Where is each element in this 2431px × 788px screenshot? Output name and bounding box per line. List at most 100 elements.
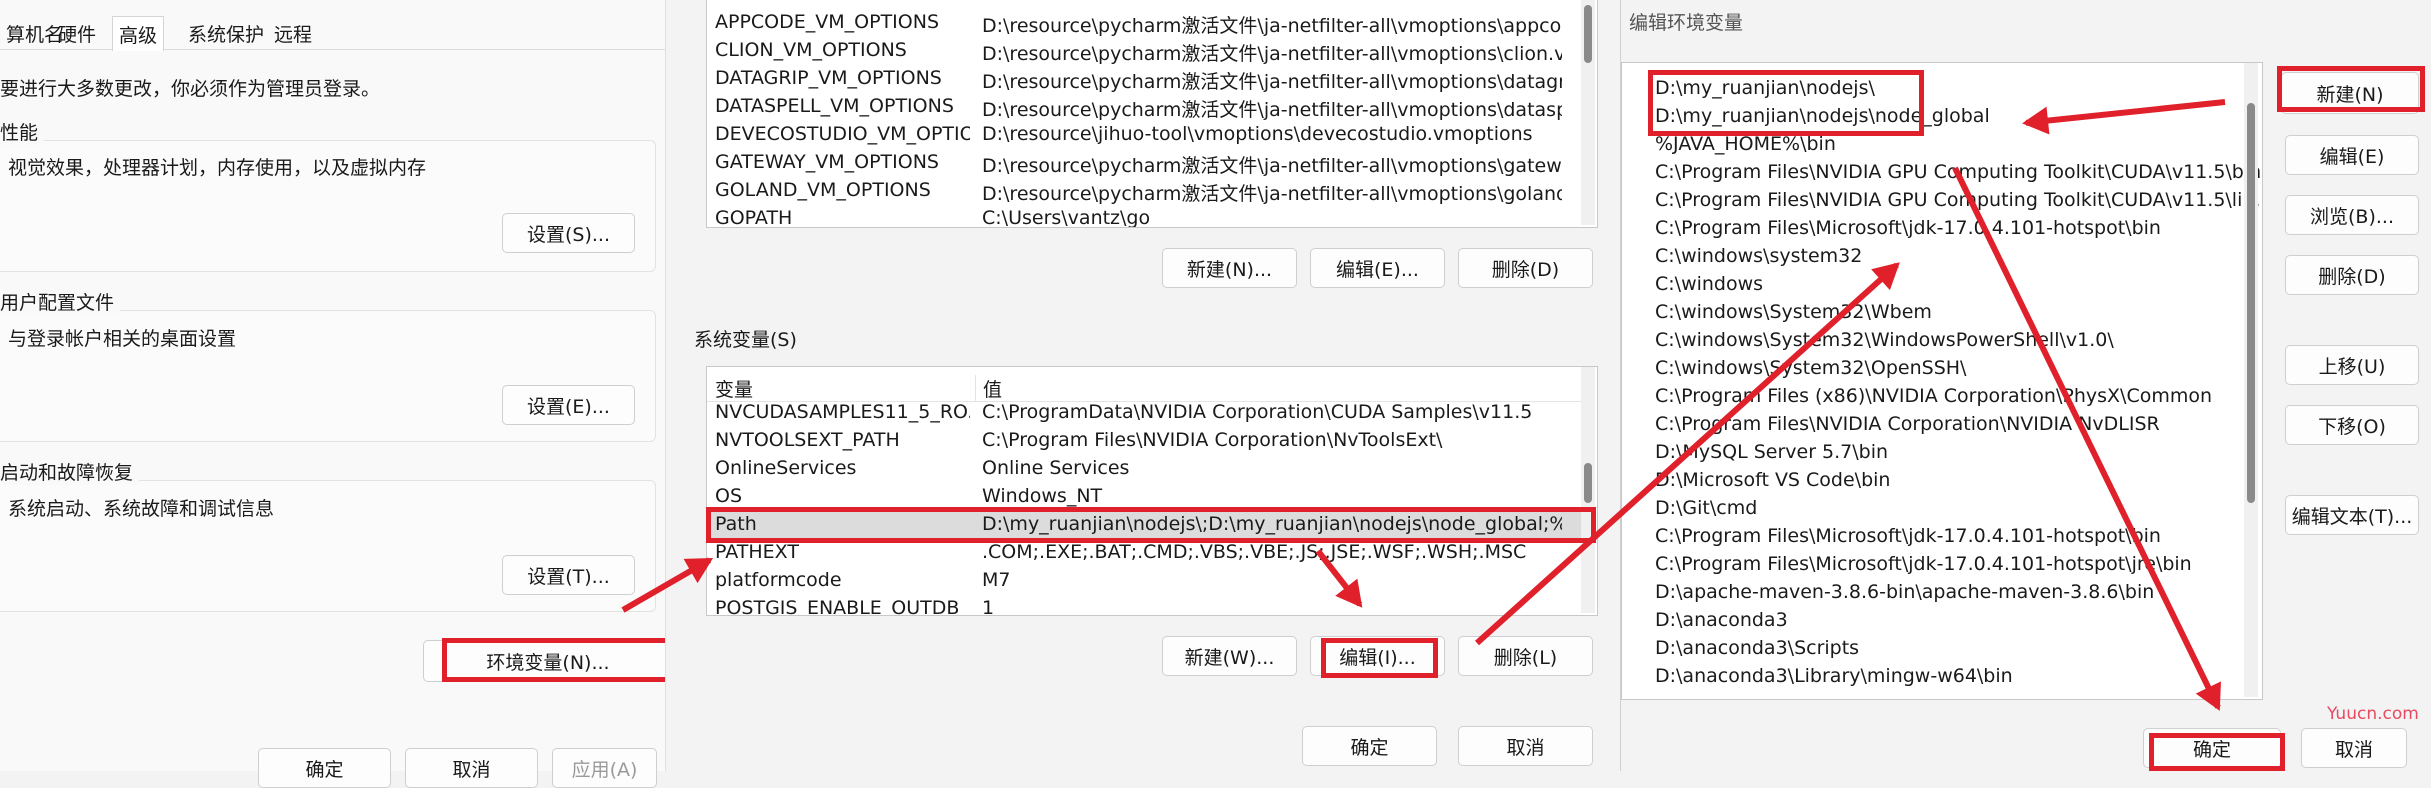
list-item[interactable]: C:\Program Files\Microsoft\jdk-17.0.4.10… (1655, 525, 2161, 553)
var-value: C:\ProgramData\NVIDIA Corporation\CUDA S… (982, 401, 1533, 423)
list-item[interactable]: D:\apache-maven-3.8.6-bin\apache-maven-3… (1655, 581, 2154, 609)
list-item[interactable]: C:\windows\System32\Wbem (1655, 301, 1932, 329)
user-var-delete-button[interactable]: 删除(D) (1458, 248, 1593, 288)
var-value: Windows_NT (982, 485, 1103, 507)
system-variables-title: 系统变量(S) (694, 329, 797, 351)
table-header: 变量 值 (707, 373, 1583, 402)
tab-advanced[interactable]: 高级 (112, 16, 165, 51)
path-edit-button[interactable]: 编辑(E) (2285, 135, 2419, 175)
path-move-up-button[interactable]: 上移(U) (2285, 345, 2419, 385)
apply-button[interactable]: 应用(A) (552, 748, 657, 788)
annotation-box-path-row (706, 507, 1596, 543)
startup-recovery-settings-button[interactable]: 设置(T)... (502, 555, 635, 595)
performance-desc: 视觉效果，处理器计划，内存使用，以及虚拟内存 (8, 157, 427, 179)
var-value: D:\resource\pycharm激活文件\ja-netfilter-all… (982, 15, 1562, 37)
list-item[interactable]: C:\windows (1655, 273, 1763, 301)
annotation-box-new-button (2277, 66, 2425, 112)
var-name: PATHEXT (715, 541, 799, 563)
system-vars-scrollbar[interactable] (1581, 367, 1595, 613)
list-item[interactable]: C:\Program Files\Microsoft\jdk-17.0.4.10… (1655, 553, 2192, 581)
list-item[interactable]: D:\anaconda3\Library\mingw-w64\bin (1655, 665, 2013, 693)
table-row[interactable]: PATHEXT .COM;.EXE;.BAT;.CMD;.VBS;.VBE;.JS… (707, 539, 1583, 567)
annotation-box-new-paths (1648, 70, 1924, 136)
var-name: POSTGIS_ENABLE_OUTDB_R... (715, 597, 970, 616)
header-value: 值 (975, 375, 1563, 402)
var-value: C:\Users\vantz\go (982, 207, 1151, 228)
user-profiles-desc: 与登录帐户相关的桌面设置 (8, 328, 237, 350)
var-name: DEVECOSTUDIO_VM_OPTIO... (715, 123, 970, 145)
table-row[interactable]: CLION_VM_OPTIONS D:\resource\pycharm激活文件\… (707, 37, 1583, 65)
user-var-edit-button[interactable]: 编辑(E)... (1310, 248, 1445, 288)
var-value: D:\resource\pycharm激活文件\ja-netfilter-all… (982, 43, 1562, 65)
var-name: DATAGRIP_VM_OPTIONS (715, 67, 942, 89)
tab-hardware[interactable]: 硬件 (52, 16, 102, 50)
tab-strip: 算机名 硬件 高级 系统保护 远程 (0, 10, 665, 51)
table-row[interactable]: GOPATH C:\Users\vantz\go (707, 205, 1583, 228)
list-item[interactable]: %JAVA_HOME%\bin (1655, 133, 1836, 161)
table-row[interactable]: DATASPELL_VM_OPTIONS D:\resource\pycharm激… (707, 93, 1583, 121)
table-row[interactable]: DEVECOSTUDIO_VM_OPTIO... D:\resource\jihu… (707, 121, 1583, 149)
table-row[interactable]: APPCODE_VM_OPTIONS D:\resource\pycharm激活文… (707, 9, 1583, 37)
startup-recovery-title: 启动和故障恢复 (0, 458, 140, 485)
path-list-scrollbar[interactable] (2244, 63, 2258, 697)
annotation-box-edit-button (1321, 638, 1438, 678)
env-cancel-button[interactable]: 取消 (1458, 726, 1593, 766)
list-item[interactable]: D:\anaconda3 (1655, 609, 1788, 637)
system-var-new-button[interactable]: 新建(W)... (1162, 636, 1297, 676)
list-item[interactable]: C:\Program Files\NVIDIA GPU Computing To… (1655, 189, 2262, 217)
environment-variables-dialog: APPCODE_VM_OPTIONS D:\resource\pycharm激活文… (665, 0, 1620, 771)
var-value: Online Services (982, 457, 1130, 479)
path-cancel-button[interactable]: 取消 (2301, 728, 2407, 768)
list-item[interactable]: C:\Program Files\Microsoft\jdk-17.0.4.10… (1655, 217, 2161, 245)
var-value: D:\resource\pycharm激活文件\ja-netfilter-all… (982, 71, 1562, 93)
list-item[interactable]: D:\anaconda3\Scripts (1655, 637, 1859, 665)
var-value: D:\resource\pycharm激活文件\ja-netfilter-all… (982, 99, 1562, 121)
table-row[interactable]: GATEWAY_VM_OPTIONS D:\resource\pycharm激活文… (707, 149, 1583, 177)
var-name: APPCODE_VM_OPTIONS (715, 11, 940, 33)
list-item[interactable]: C:\windows\System32\OpenSSH\ (1655, 357, 1966, 385)
watermark-text: Yuucn.com (2327, 704, 2419, 724)
table-row[interactable]: NVTOOLSEXT_PATH C:\Program Files\NVIDIA C… (707, 427, 1583, 455)
user-variables-list[interactable]: APPCODE_VM_OPTIONS D:\resource\pycharm激活文… (706, 0, 1598, 228)
var-name: platformcode (715, 569, 842, 591)
var-name: CLION_VM_OPTIONS (715, 39, 907, 61)
user-profiles-settings-button[interactable]: 设置(E)... (502, 385, 635, 425)
tab-system-protection[interactable]: 系统保护 (182, 16, 270, 50)
performance-title: 性能 (0, 118, 45, 145)
system-variables-list[interactable]: 变量 值 NVCUDASAMPLES11_5_RO... C:\ProgramDat… (706, 366, 1598, 616)
var-value: D:\resource\pycharm激活文件\ja-netfilter-all… (982, 183, 1562, 205)
var-value: C:\Program Files\NVIDIA Corporation\NvTo… (982, 429, 1443, 451)
table-row[interactable]: GOLAND_VM_OPTIONS D:\resource\pycharm激活文件… (707, 177, 1583, 205)
admin-note: 要进行大多数更改，你必须作为管理员登录。 (0, 78, 381, 100)
dialog-title: 编辑环境变量 (1629, 12, 1744, 34)
var-name: NVCUDASAMPLES11_5_RO... (715, 401, 970, 423)
startup-recovery-desc: 系统启动、系统故障和调试信息 (8, 498, 275, 520)
path-move-down-button[interactable]: 下移(O) (2285, 405, 2419, 445)
var-name: GOLAND_VM_OPTIONS (715, 179, 931, 201)
var-value: D:\resource\pycharm激活文件\ja-netfilter-all… (982, 155, 1562, 177)
table-row[interactable]: DATAGRIP_VM_OPTIONS D:\resource\pycharm激活… (707, 65, 1583, 93)
annotation-box-ok-button (2149, 733, 2285, 771)
env-ok-button[interactable]: 确定 (1302, 726, 1437, 766)
list-item[interactable]: D:\Git\cmd (1655, 497, 1757, 525)
performance-settings-button[interactable]: 设置(S)... (502, 213, 635, 253)
list-item[interactable]: D:\Microsoft VS Code\bin (1655, 469, 1890, 497)
table-row[interactable]: POSTGIS_ENABLE_OUTDB_R... 1 (707, 595, 1583, 616)
tab-remote[interactable]: 远程 (268, 16, 318, 50)
header-name: 变量 (715, 379, 754, 401)
path-edit-text-button[interactable]: 编辑文本(T)... (2285, 495, 2419, 535)
path-browse-button[interactable]: 浏览(B)... (2285, 195, 2419, 235)
user-vars-scrollbar[interactable] (1581, 0, 1595, 225)
var-name: NVTOOLSEXT_PATH (715, 429, 900, 451)
user-var-new-button[interactable]: 新建(N)... (1162, 248, 1297, 288)
ok-button[interactable]: 确定 (258, 748, 391, 788)
table-row[interactable]: platformcode M7 (707, 567, 1583, 595)
cancel-button[interactable]: 取消 (405, 748, 538, 788)
var-value: M7 (982, 569, 1011, 591)
annotation-box-env-button (442, 638, 684, 682)
list-item[interactable]: C:\windows\system32 (1655, 245, 1862, 273)
path-delete-button[interactable]: 删除(D) (2285, 255, 2419, 295)
table-row[interactable]: NVCUDASAMPLES11_5_RO... C:\ProgramData\NV… (707, 399, 1583, 427)
table-row[interactable]: OnlineServices Online Services (707, 455, 1583, 483)
var-name: GOPATH (715, 207, 793, 228)
